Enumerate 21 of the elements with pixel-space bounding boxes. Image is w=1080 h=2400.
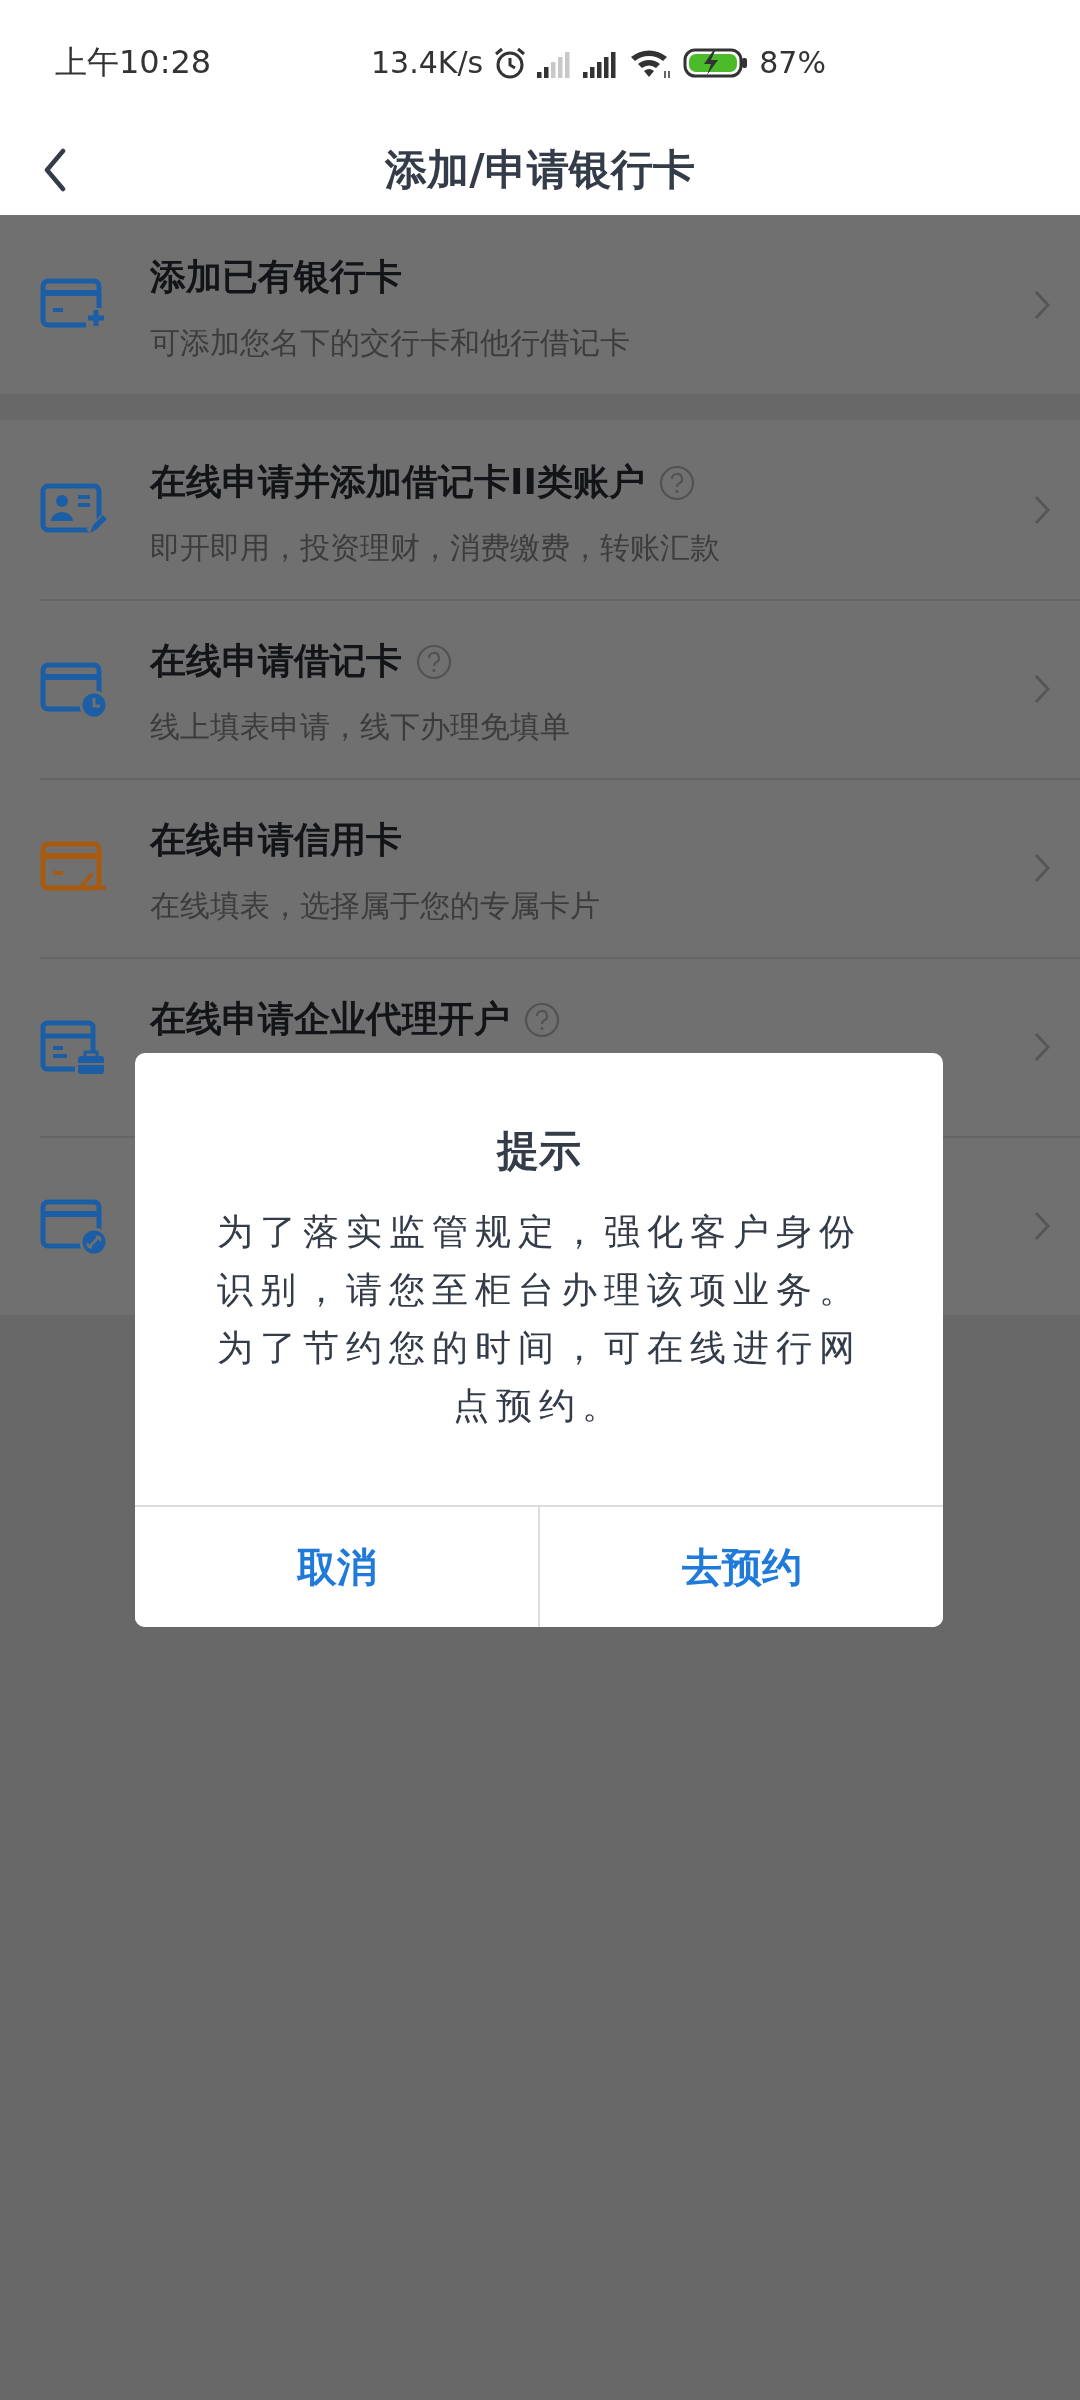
battery-icon [683, 46, 750, 79]
dialog-message: 为了落实监管规定，强化客户身份识别，请您至柜台办理该项业务。为了节约您的时间，可在线进行网点预约。 [215, 1210, 863, 1428]
chevron-icon [1034, 852, 1050, 883]
chevron-icon [1034, 1210, 1050, 1241]
item-title: 在线申请并添加借记卡II类账户 [150, 460, 645, 504]
alarm-icon [493, 45, 528, 80]
chevron-icon [1034, 1031, 1050, 1062]
network-speed: 13.4K/s [371, 45, 484, 80]
chevron-icon [1034, 289, 1050, 320]
back-icon [43, 148, 67, 192]
chevron-icon [1034, 494, 1050, 525]
chevron-icon [1034, 673, 1050, 704]
item-title: 添加已有银行卡 [150, 255, 402, 299]
item-title: 在线申请信用卡 [150, 818, 402, 862]
item-title: 在线申请企业代理开户 [150, 997, 510, 1041]
dialog-button[interactable]: 去预约 [538, 1507, 943, 1627]
dialog-title: 提示 [497, 1125, 581, 1177]
clock-time: 上午10:28 [55, 41, 213, 83]
battery-percentage: 87% [759, 45, 826, 80]
page-title: 添加/申请银行卡 [385, 144, 695, 196]
item-title: 在线申请借记卡 [150, 639, 402, 683]
